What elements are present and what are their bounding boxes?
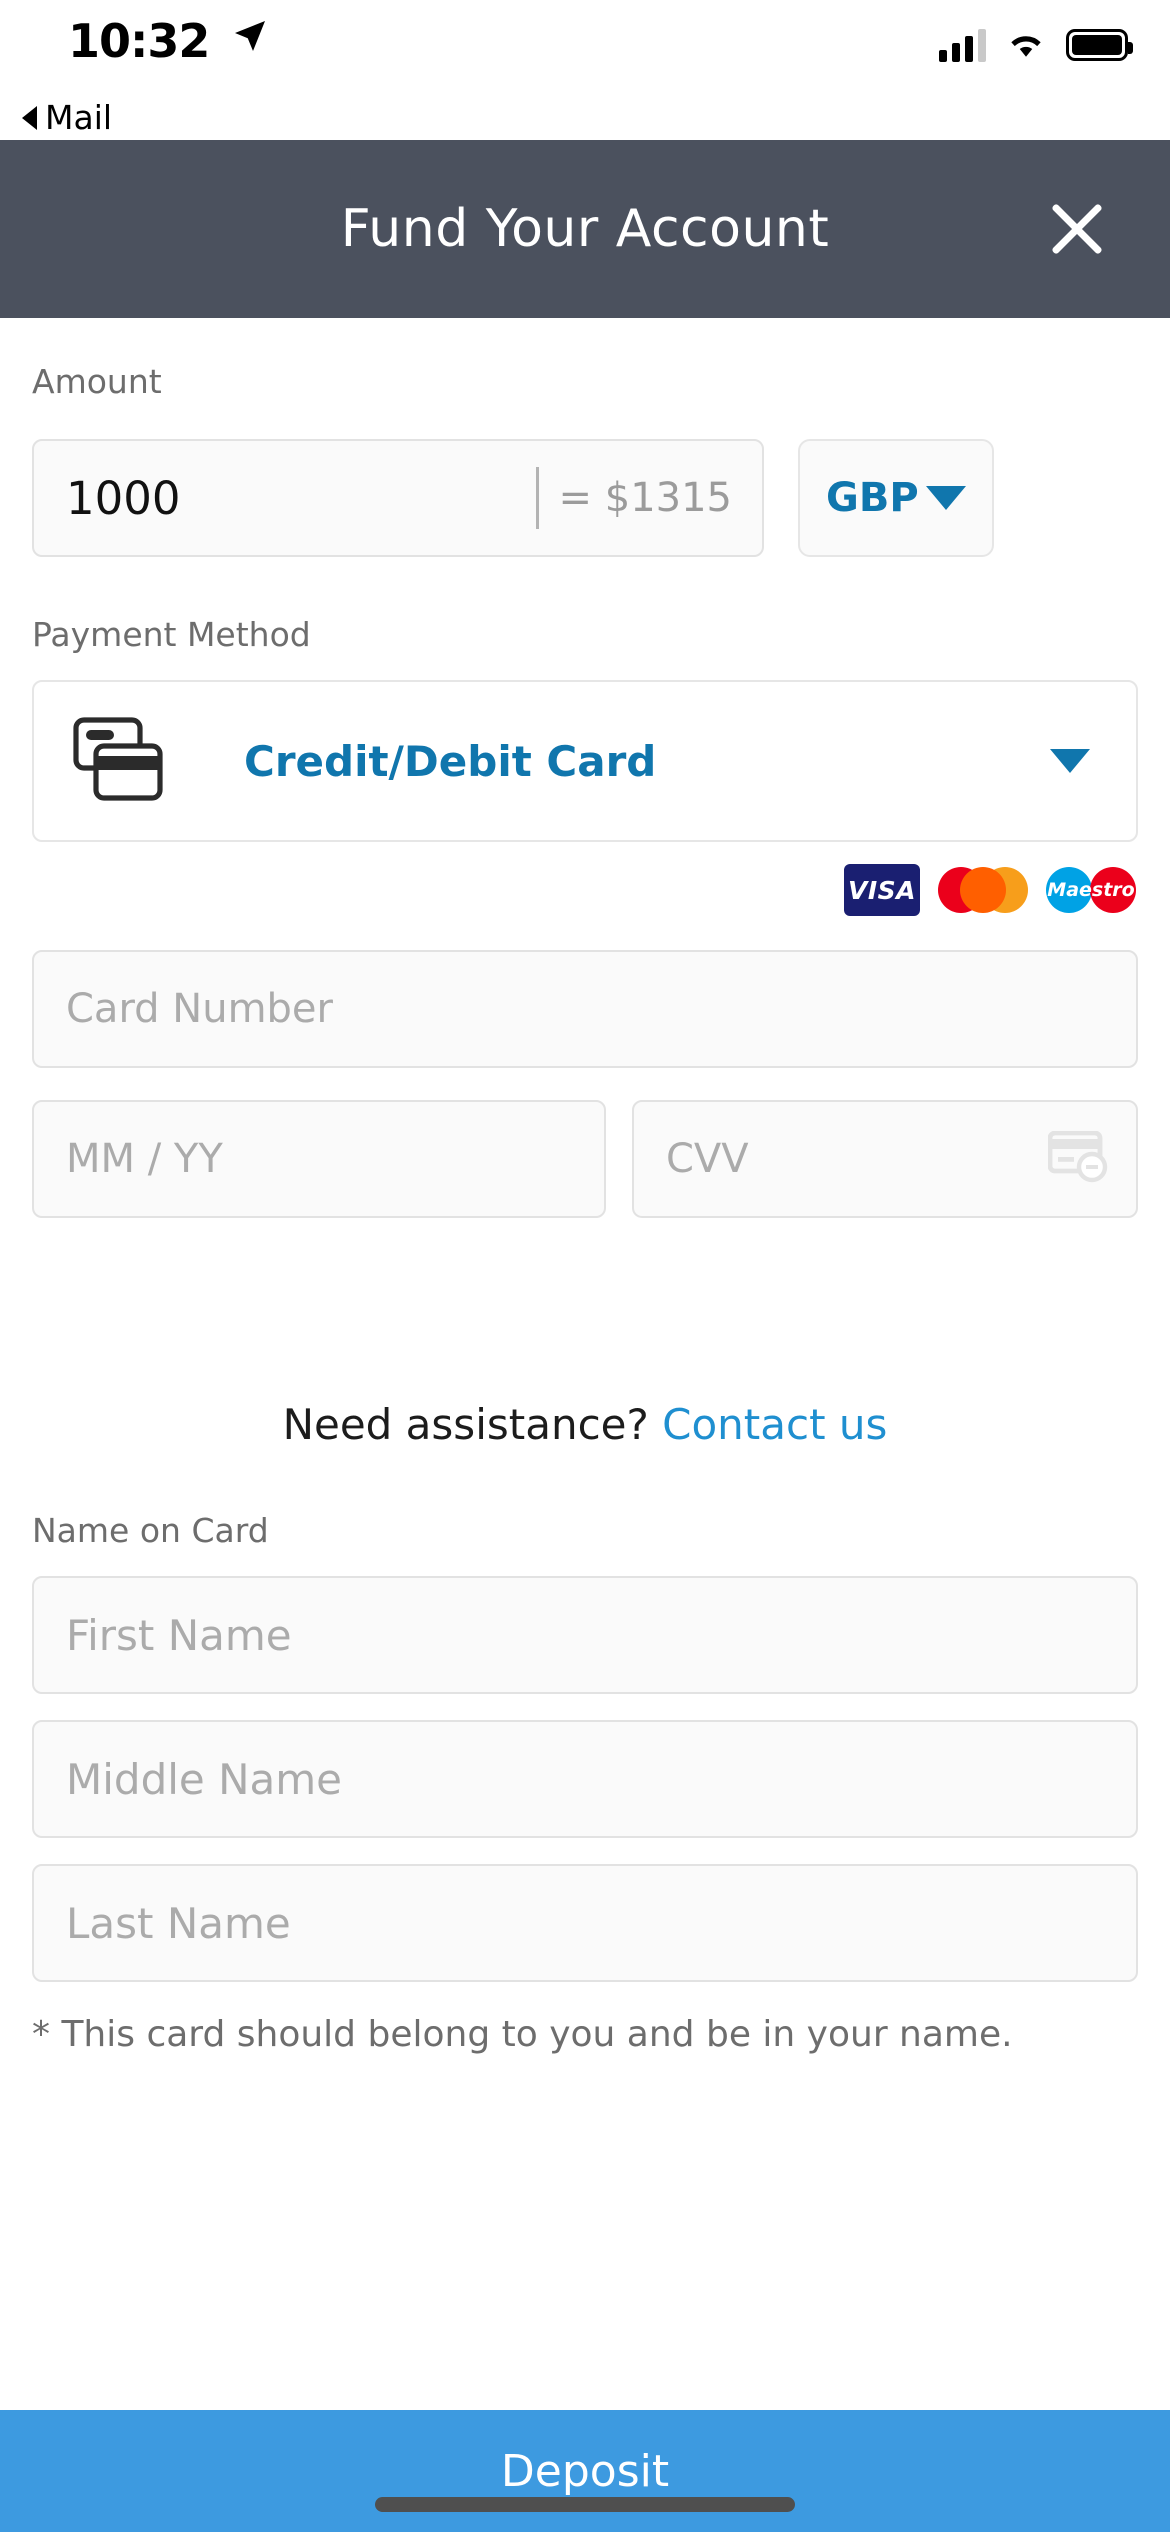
cellular-signal-icon	[939, 28, 986, 62]
middle-name-input[interactable]: Middle Name	[32, 1720, 1138, 1838]
back-label: Mail	[45, 98, 113, 137]
home-indicator	[375, 2497, 795, 2512]
middle-name-placeholder: Middle Name	[66, 1754, 342, 1804]
assistance-line: Need assistance? Contact us	[0, 1400, 1170, 1449]
status-bar-indicators	[939, 26, 1133, 64]
mastercard-logo	[938, 864, 1028, 916]
currency-code: GBP	[826, 475, 919, 521]
page-title: Fund Your Account	[340, 199, 830, 259]
first-name-input[interactable]: First Name	[32, 1576, 1138, 1694]
assistance-question: Need assistance?	[282, 1400, 649, 1449]
card-number-input[interactable]: Card Number	[32, 950, 1138, 1068]
amount-conversion-group: = $1315	[535, 467, 732, 529]
credit-card-icon	[70, 716, 170, 806]
location-arrow-icon	[232, 18, 268, 58]
payment-method-name: Credit/Debit Card	[244, 736, 657, 786]
app-root: 10:32 Mail Fund Your Account Amount 1000…	[0, 0, 1170, 2532]
chevron-down-icon	[926, 486, 966, 510]
expiry-placeholder: MM / YY	[66, 1136, 223, 1182]
status-bar: 10:32	[0, 0, 1170, 88]
cvv-input-wrapper: CVV	[632, 1100, 1138, 1218]
card-number-placeholder: Card Number	[66, 986, 333, 1032]
amount-label: Amount	[32, 362, 162, 401]
last-name-placeholder: Last Name	[66, 1898, 291, 1948]
visa-logo: VISA	[844, 864, 920, 916]
status-bar-time: 10:32	[68, 14, 210, 68]
amount-row: 1000 = $1315 GBP	[0, 439, 1170, 557]
card-ownership-disclaimer: * This card should belong to you and be …	[32, 2014, 1013, 2055]
expiry-cvv-row: MM / YY CVV	[0, 1100, 1170, 1218]
amount-value: 1000	[66, 471, 181, 525]
last-name-input[interactable]: Last Name	[32, 1864, 1138, 1982]
battery-icon	[1066, 29, 1133, 61]
cvv-placeholder: CVV	[666, 1136, 749, 1182]
modal-header: Fund Your Account	[0, 140, 1170, 318]
main-content: Amount 1000 = $1315 GBP Payment Method C…	[0, 318, 1170, 2055]
back-arrow-icon	[22, 105, 37, 130]
deposit-button[interactable]: Deposit	[0, 2410, 1170, 2532]
amount-input[interactable]: 1000 = $1315	[32, 439, 764, 557]
currency-selector[interactable]: GBP	[798, 439, 994, 557]
card-cvv-icon	[1047, 1130, 1110, 1187]
deposit-label: Deposit	[500, 2445, 670, 2497]
expiry-input[interactable]: MM / YY	[32, 1100, 606, 1218]
visa-logo-text: VISA	[847, 875, 916, 905]
first-name-placeholder: First Name	[66, 1610, 292, 1660]
contact-us-link[interactable]: Contact us	[662, 1400, 887, 1449]
close-icon[interactable]	[1040, 192, 1114, 266]
maestro-logo: Maestro	[1046, 864, 1136, 916]
amount-divider	[535, 467, 539, 529]
payment-method-label: Payment Method	[32, 615, 311, 654]
chevron-down-icon	[1050, 749, 1090, 773]
accepted-card-brands: VISA Maestro	[0, 842, 1170, 916]
maestro-logo-text: Maestro	[1047, 879, 1135, 901]
amount-conversion-value: = $1315	[558, 475, 732, 521]
payment-method-selector[interactable]: Credit/Debit Card	[32, 680, 1138, 842]
name-on-card-label: Name on Card	[32, 1511, 269, 1550]
back-to-mail-link[interactable]: Mail	[22, 98, 112, 137]
wifi-icon	[1004, 26, 1048, 64]
